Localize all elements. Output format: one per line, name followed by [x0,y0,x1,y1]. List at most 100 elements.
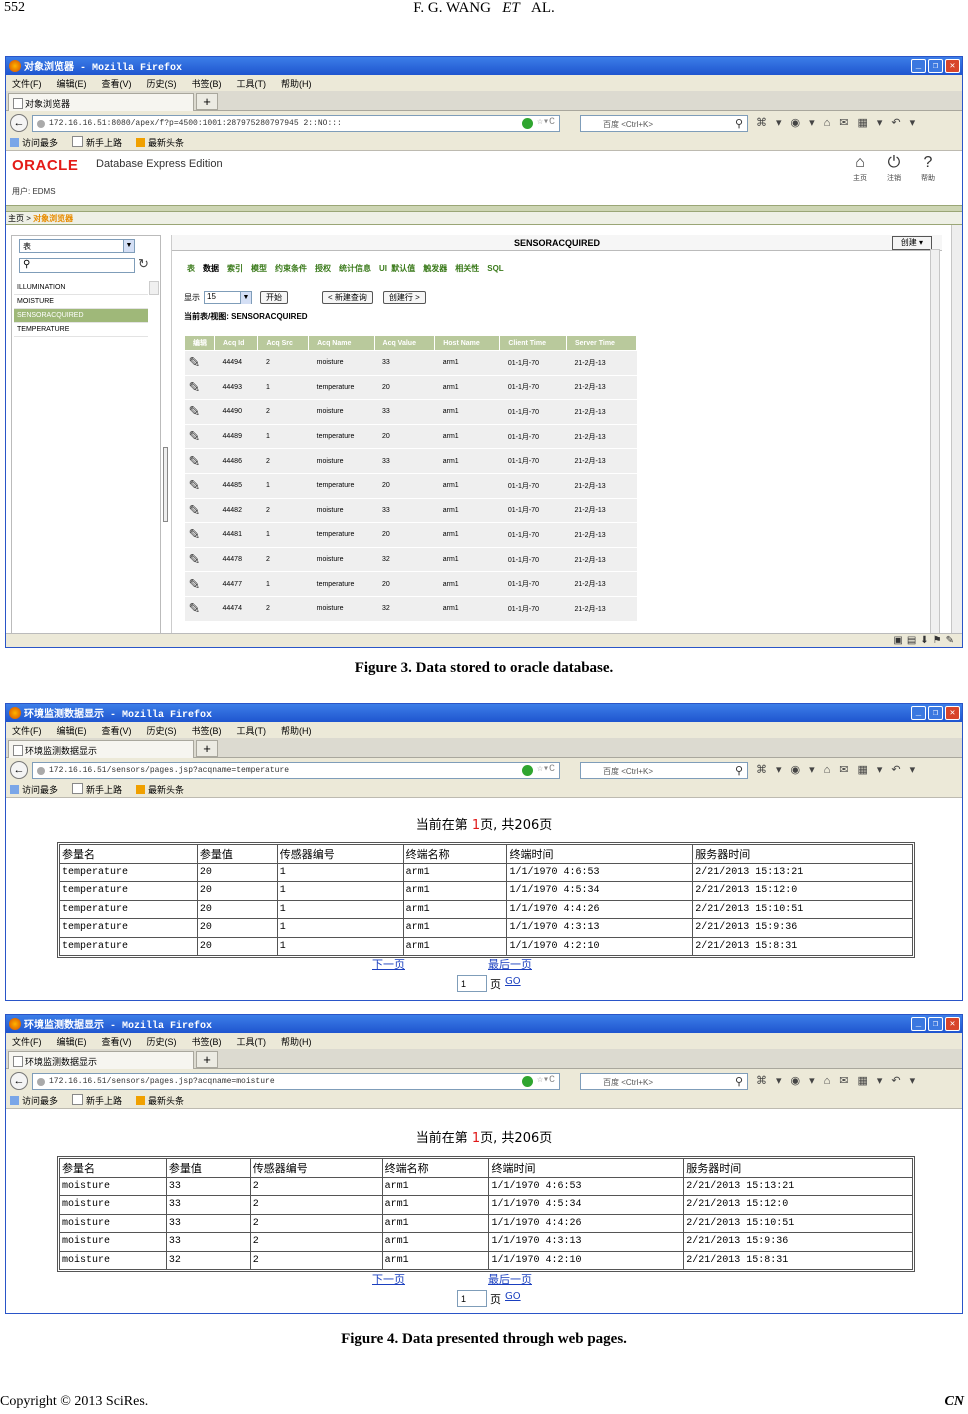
object-tab[interactable]: 表 [187,264,195,273]
last-page-link[interactable]: 最后一页 [488,956,532,972]
back-icon[interactable]: ← [10,1072,28,1090]
object-type-select[interactable]: 表 ▼ [19,239,135,253]
object-tab[interactable]: 模型 [251,264,267,273]
object-tab[interactable]: 统计信息 [339,264,371,273]
help-button[interactable]: ? 帮助 [918,153,938,183]
search-box[interactable]: 百度 <Ctrl+K> ⚲ [580,1073,748,1090]
star-icon[interactable]: ☆▾C [537,1074,555,1086]
search-icon[interactable]: ⚲ [735,117,743,130]
menu-item[interactable]: 历史(S) [147,1035,177,1048]
bookmark-item[interactable]: 访问最多 [10,1094,58,1107]
bookmark-item[interactable]: 最新头条 [136,136,184,149]
menu-item[interactable]: 文件(F) [12,1035,42,1048]
close-icon[interactable]: ✕ [945,1017,960,1031]
page-number-input[interactable]: 1 [457,1290,487,1307]
new-tab-button[interactable]: + [196,93,218,110]
new-tab-button[interactable]: + [196,1051,218,1068]
next-page-link[interactable]: 下一页 [372,956,405,972]
search-icon[interactable]: ⚲ [735,1075,743,1088]
bookmark-item[interactable]: 新手上路 [72,1094,122,1107]
menu-item[interactable]: 帮助(H) [281,77,312,90]
create-button[interactable]: 创建 ▾ [891,236,932,250]
back-icon[interactable]: ← [10,114,28,132]
menu-item[interactable]: 编辑(E) [57,77,87,90]
create-row-button[interactable]: 创建行 > [382,291,426,304]
object-tab[interactable]: 相关性 [455,264,479,273]
refresh-icon[interactable]: ↻ [138,256,149,272]
menu-item[interactable]: 工具(T) [237,724,267,737]
go-button[interactable]: 开始 [260,291,288,304]
close-icon[interactable]: ✕ [945,59,960,73]
bookmark-item[interactable]: 访问最多 [10,136,58,149]
go-link[interactable]: GO [505,1291,521,1302]
url-bar[interactable]: 172.16.16.51/sensors/pages.jsp?acqname=m… [32,1073,560,1090]
bookmark-item[interactable]: 访问最多 [10,783,58,796]
menu-item[interactable]: 历史(S) [147,77,177,90]
restore-icon[interactable]: ❐ [928,1017,943,1031]
star-icon[interactable]: ☆▾C [537,116,555,128]
rows-select[interactable]: 15 ▼ [204,291,252,304]
toolbar-icons[interactable]: ⌘▾◉▾⌂✉▦▾↶▾ [756,763,924,776]
search-box[interactable]: 百度 <Ctrl+K> ⚲ [580,762,748,779]
browser-tab[interactable]: 环境监测数据显示 [8,1051,194,1069]
go-icon[interactable] [522,1076,533,1087]
edit-row-icon[interactable]: ✎ [184,350,215,376]
list-scrollbar[interactable] [149,281,159,295]
edit-row-icon[interactable]: ✎ [184,547,215,573]
restore-icon[interactable]: ❐ [928,706,943,720]
object-tab[interactable]: 数据 [203,264,219,273]
new-tab-button[interactable]: + [196,740,218,757]
object-search-input[interactable]: ⚲ [19,258,135,273]
bookmark-item[interactable]: 最新头条 [136,783,184,796]
panel-splitter[interactable] [163,447,168,522]
content-scrollbar[interactable] [930,249,940,634]
menu-item[interactable]: 帮助(H) [281,1035,312,1048]
object-tab[interactable]: 授权 [315,264,331,273]
object-list-item[interactable]: SENSORACQUIRED [14,309,148,323]
go-icon[interactable] [522,765,533,776]
object-tab[interactable]: 约束条件 [275,264,307,273]
minimize-icon[interactable]: _ [911,59,926,73]
logout-button[interactable]: ⏻ 注销 [884,153,904,183]
go-icon[interactable] [522,118,533,129]
bookmark-item[interactable]: 新手上路 [72,783,122,796]
menu-item[interactable]: 文件(F) [12,77,42,90]
edit-row-icon[interactable]: ✎ [184,596,215,622]
browser-tab[interactable]: 对象浏览器 [8,93,194,111]
menu-item[interactable]: 编辑(E) [57,1035,87,1048]
menu-item[interactable]: 文件(F) [12,724,42,737]
menu-item[interactable]: 书签(B) [192,77,222,90]
menu-item[interactable]: 书签(B) [192,1035,222,1048]
menu-item[interactable]: 历史(S) [147,724,177,737]
menu-item[interactable]: 查看(V) [102,77,132,90]
home-button[interactable]: ⌂ 主页 [850,153,870,183]
menu-item[interactable]: 书签(B) [192,724,222,737]
object-tab[interactable]: 触发器 [423,264,447,273]
go-link[interactable]: GO [505,976,521,987]
object-list-item[interactable]: TEMPERATURE [14,323,148,337]
last-page-link[interactable]: 最后一页 [488,1271,532,1287]
object-tab[interactable]: UI 默认值 [379,264,415,273]
page-number-input[interactable]: 1 [457,975,487,992]
object-list-item[interactable]: ILLUMINATION [14,281,148,295]
close-icon[interactable]: ✕ [945,706,960,720]
back-icon[interactable]: ← [10,761,28,779]
menu-item[interactable]: 编辑(E) [57,724,87,737]
edit-row-icon[interactable]: ✎ [184,424,215,450]
edit-row-icon[interactable]: ✎ [184,473,215,499]
new-query-button[interactable]: < 新建查询 [322,291,373,304]
edit-row-icon[interactable]: ✎ [184,448,215,474]
object-list-item[interactable]: MOISTURE [14,295,148,309]
url-bar[interactable]: 172.16.16.51/sensors/pages.jsp?acqname=t… [32,762,560,779]
star-icon[interactable]: ☆▾C [537,763,555,775]
search-icon[interactable]: ⚲ [735,764,743,777]
edit-row-icon[interactable]: ✎ [184,399,215,425]
edit-row-icon[interactable]: ✎ [184,498,215,524]
menu-item[interactable]: 帮助(H) [281,724,312,737]
next-page-link[interactable]: 下一页 [372,1271,405,1287]
restore-icon[interactable]: ❐ [928,59,943,73]
menu-item[interactable]: 工具(T) [237,1035,267,1048]
object-tab[interactable]: 索引 [227,264,243,273]
toolbar-icons[interactable]: ⌘▾◉▾⌂✉▦▾↶▾ [756,116,924,129]
edit-row-icon[interactable]: ✎ [184,571,215,597]
